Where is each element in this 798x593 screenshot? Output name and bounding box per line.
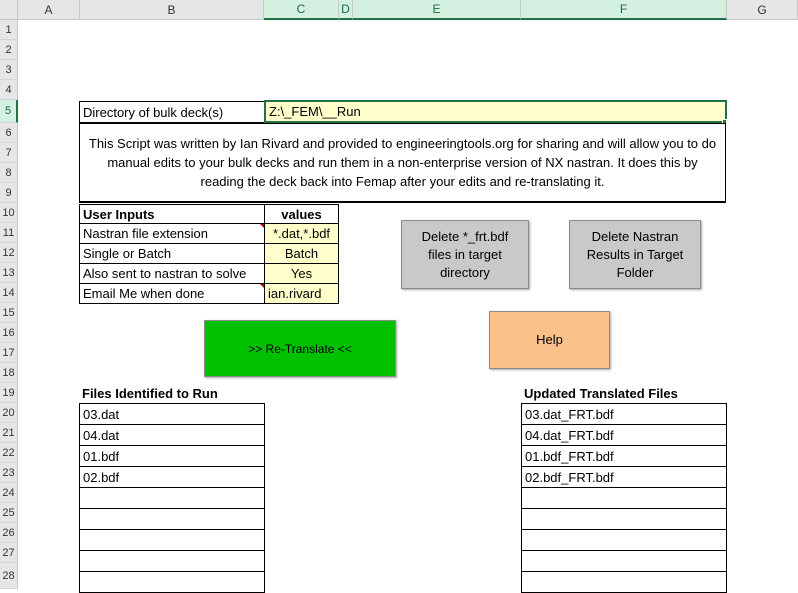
column-header-e[interactable]: E	[353, 0, 521, 20]
directory-label: Directory of bulk deck(s)	[79, 101, 265, 123]
row-header[interactable]: 22	[0, 443, 18, 463]
list-item[interactable]	[521, 488, 727, 509]
list-item[interactable]	[79, 572, 265, 593]
list-item[interactable]	[79, 530, 265, 551]
user-inputs-header: User Inputs	[79, 204, 265, 224]
delete-frt-button[interactable]: Delete *_frt.bdf files in target directo…	[401, 220, 529, 289]
row-header[interactable]: 23	[0, 463, 18, 483]
list-item[interactable]	[521, 572, 727, 593]
list-item[interactable]: 03.dat_FRT.bdf	[521, 403, 727, 425]
input-label-extension: Nastran file extension	[79, 223, 265, 244]
row-header[interactable]: 8	[0, 163, 18, 183]
row-header[interactable]: 1	[0, 20, 18, 40]
list-item[interactable]: 01.bdf_FRT.bdf	[521, 446, 727, 467]
list-item[interactable]: 02.bdf	[79, 467, 265, 488]
list-item[interactable]	[79, 509, 265, 530]
row-header[interactable]: 14	[0, 283, 18, 303]
list-item[interactable]: 04.dat	[79, 425, 265, 446]
row-header[interactable]: 17	[0, 343, 18, 363]
row-header[interactable]: 7	[0, 143, 18, 163]
column-header-c[interactable]: C	[264, 0, 339, 20]
list-item[interactable]: 03.dat	[79, 403, 265, 425]
input-value-solve[interactable]: Yes	[264, 263, 339, 284]
row-header[interactable]: 21	[0, 423, 18, 443]
row-header[interactable]: 16	[0, 323, 18, 343]
updated-files-list: 03.dat_FRT.bdf 04.dat_FRT.bdf 01.bdf_FRT…	[521, 403, 727, 593]
input-label-text: Email Me when done	[83, 286, 205, 301]
input-value-mode[interactable]: Batch	[264, 243, 339, 264]
input-value-extension[interactable]: *.dat,*.bdf	[264, 223, 339, 244]
row-header[interactable]: 24	[0, 483, 18, 503]
select-all-corner[interactable]	[0, 0, 18, 20]
column-header-f[interactable]: F	[521, 0, 727, 20]
row-header[interactable]: 20	[0, 403, 18, 423]
row-header[interactable]: 26	[0, 523, 18, 543]
column-header-g[interactable]: G	[727, 0, 798, 20]
row-header[interactable]: 4	[0, 80, 18, 100]
retranslate-button[interactable]: >> Re-Translate <<	[204, 320, 396, 377]
delete-results-button[interactable]: Delete Nastran Results in Target Folder	[569, 220, 701, 289]
row-header[interactable]: 13	[0, 263, 18, 283]
directory-input[interactable]: Z:\_FEM\__Run	[264, 100, 727, 123]
list-item[interactable]	[79, 551, 265, 572]
row-header[interactable]: 5	[0, 100, 18, 123]
values-header: values	[264, 204, 339, 224]
row-header[interactable]: 28	[0, 563, 18, 589]
row-header[interactable]: 15	[0, 303, 18, 323]
list-item[interactable]	[521, 530, 727, 551]
column-header-d[interactable]: D	[339, 0, 353, 20]
row-header[interactable]: 2	[0, 40, 18, 60]
input-label-mode: Single or Batch	[79, 243, 265, 264]
files-identified-title: Files Identified to Run	[82, 386, 218, 401]
row-header[interactable]: 27	[0, 543, 18, 563]
column-header-b[interactable]: B	[80, 0, 264, 20]
row-header[interactable]: 6	[0, 123, 18, 143]
list-item[interactable]	[79, 488, 265, 509]
row-header[interactable]: 25	[0, 503, 18, 523]
input-label-email: Email Me when done	[79, 283, 265, 304]
input-label-text: Nastran file extension	[83, 226, 209, 241]
list-item[interactable]	[521, 509, 727, 530]
row-header[interactable]: 9	[0, 183, 18, 203]
input-value-email[interactable]: ian.rivard	[264, 283, 339, 304]
row-header[interactable]: 3	[0, 60, 18, 80]
help-button[interactable]: Help	[489, 311, 610, 369]
files-identified-list: 03.dat 04.dat 01.bdf 02.bdf	[79, 403, 265, 593]
list-item[interactable]: 01.bdf	[79, 446, 265, 467]
list-item[interactable]	[521, 551, 727, 572]
row-header[interactable]: 11	[0, 223, 18, 243]
row-header[interactable]: 18	[0, 363, 18, 383]
row-header[interactable]: 12	[0, 243, 18, 263]
row-header[interactable]: 19	[0, 383, 18, 403]
updated-files-title: Updated Translated Files	[524, 386, 678, 401]
column-header-a[interactable]: A	[18, 0, 80, 20]
list-item[interactable]: 02.bdf_FRT.bdf	[521, 467, 727, 488]
list-item[interactable]: 04.dat_FRT.bdf	[521, 425, 727, 446]
script-description: This Script was written by Ian Rivard an…	[79, 123, 726, 203]
input-label-solve: Also sent to nastran to solve	[79, 263, 265, 284]
row-header[interactable]: 10	[0, 203, 18, 223]
